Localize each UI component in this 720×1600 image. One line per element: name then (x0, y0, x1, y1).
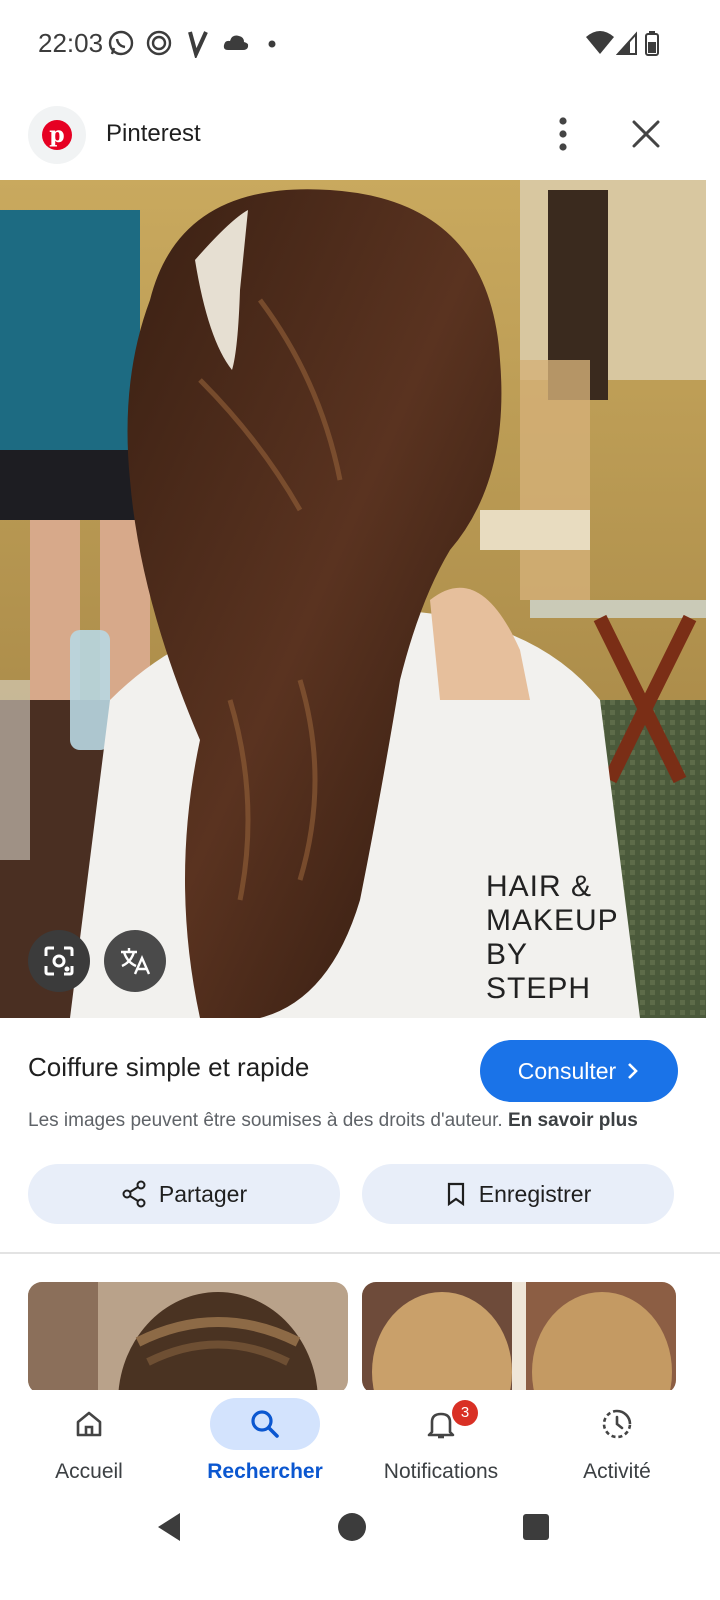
whatsapp-icon (108, 30, 134, 56)
save-button[interactable]: Enregistrer (362, 1164, 674, 1224)
more-options-icon[interactable] (548, 112, 578, 156)
translate-icon (121, 948, 151, 975)
nav-notifications[interactable]: 3 Notifications (356, 1390, 526, 1502)
result-title: Coiffure simple et rapide (28, 1052, 310, 1082)
notification-badge: 3 (452, 1400, 478, 1426)
related-image[interactable] (28, 1282, 348, 1394)
share-icon (122, 1180, 146, 1208)
nav-home[interactable]: Accueil (4, 1390, 174, 1502)
close-icon[interactable] (626, 114, 666, 154)
translate-button[interactable] (104, 930, 166, 992)
learn-more-link[interactable]: En savoir plus (508, 1110, 638, 1131)
nav-notifications-pill (386, 1398, 496, 1450)
nav-activity[interactable]: Activité (532, 1390, 702, 1502)
nav-home-label: Accueil (55, 1460, 123, 1483)
v-app-icon (188, 31, 208, 58)
status-time: 22:03 (38, 28, 104, 58)
copyright-text: Les images peuvent être soumises à des d… (28, 1110, 503, 1131)
source-header: p Pinterest (0, 100, 720, 174)
consult-button[interactable]: Consulter (480, 1040, 678, 1102)
signal-app-icon (146, 30, 172, 56)
cellular-icon (616, 31, 637, 55)
dot-icon (268, 40, 276, 48)
nav-notifications-label: Notifications (383, 1460, 499, 1483)
pinterest-logo-mark: p (42, 120, 72, 150)
save-label: Enregistrer (478, 1180, 592, 1207)
copyright-notice: Les images peuvent être soumises à des d… (28, 1110, 698, 1132)
android-navigation-bar (0, 1500, 720, 1600)
consult-label: Consulter (517, 1057, 617, 1084)
related-photo-braid (28, 1282, 348, 1394)
activity-icon (602, 1409, 632, 1439)
nav-search-pill (210, 1398, 320, 1450)
share-button[interactable]: Partager (28, 1164, 340, 1224)
divider (0, 1252, 720, 1254)
source-name[interactable]: Pinterest (106, 120, 201, 148)
watermark: HAIR & MAKEUP BY STEPH (486, 870, 619, 1005)
home-icon (76, 1411, 102, 1437)
status-bar: 22:03 (0, 0, 720, 92)
main-image[interactable]: HAIR & MAKEUP BY STEPH (0, 180, 706, 1018)
chevron-right-icon (628, 1063, 639, 1079)
nav-search-label: Rechercher (207, 1460, 323, 1483)
related-image[interactable] (362, 1282, 676, 1394)
lens-icon (44, 946, 74, 976)
pinterest-logo[interactable]: p (28, 106, 86, 164)
share-label: Partager (158, 1180, 248, 1207)
nav-search[interactable]: Rechercher (180, 1390, 350, 1502)
nav-activity-label: Activité (583, 1460, 651, 1483)
back-icon[interactable] (154, 1510, 184, 1544)
related-photo-blonde (362, 1282, 676, 1394)
nav-home-pill (34, 1398, 144, 1450)
search-icon (251, 1410, 279, 1438)
battery-icon (645, 31, 659, 56)
nav-activity-pill (562, 1398, 672, 1450)
bookmark-icon (447, 1182, 464, 1207)
cloud-icon (223, 35, 249, 50)
bottom-navigation: Accueil Rechercher 3 Notifications Activ… (0, 1390, 720, 1502)
recents-icon[interactable] (522, 1513, 550, 1541)
wifi-icon (586, 31, 614, 54)
lens-button[interactable] (28, 930, 90, 992)
home-circle-icon[interactable] (336, 1511, 368, 1543)
